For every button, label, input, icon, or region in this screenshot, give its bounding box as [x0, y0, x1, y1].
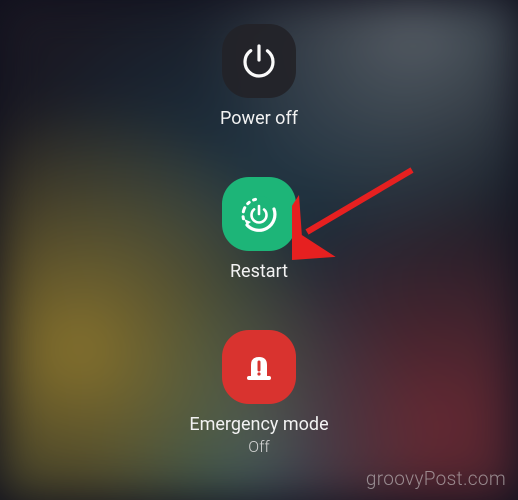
power-off-icon-container — [222, 24, 296, 98]
restart-button[interactable]: Restart — [222, 177, 296, 282]
power-menu: Power off Restart — [0, 0, 518, 500]
power-icon — [238, 40, 280, 82]
power-off-button[interactable]: Power off — [220, 24, 298, 129]
restart-icon-container — [222, 177, 296, 251]
watermark: groovyPost.com — [366, 467, 506, 490]
restart-icon — [236, 191, 282, 237]
restart-label: Restart — [230, 261, 288, 282]
emergency-sublabel: Off — [248, 437, 269, 456]
power-off-label: Power off — [220, 108, 298, 129]
emergency-label: Emergency mode — [189, 414, 328, 435]
emergency-icon-container — [222, 330, 296, 404]
emergency-icon — [237, 345, 281, 389]
emergency-mode-button[interactable]: Emergency mode Off — [189, 330, 328, 456]
